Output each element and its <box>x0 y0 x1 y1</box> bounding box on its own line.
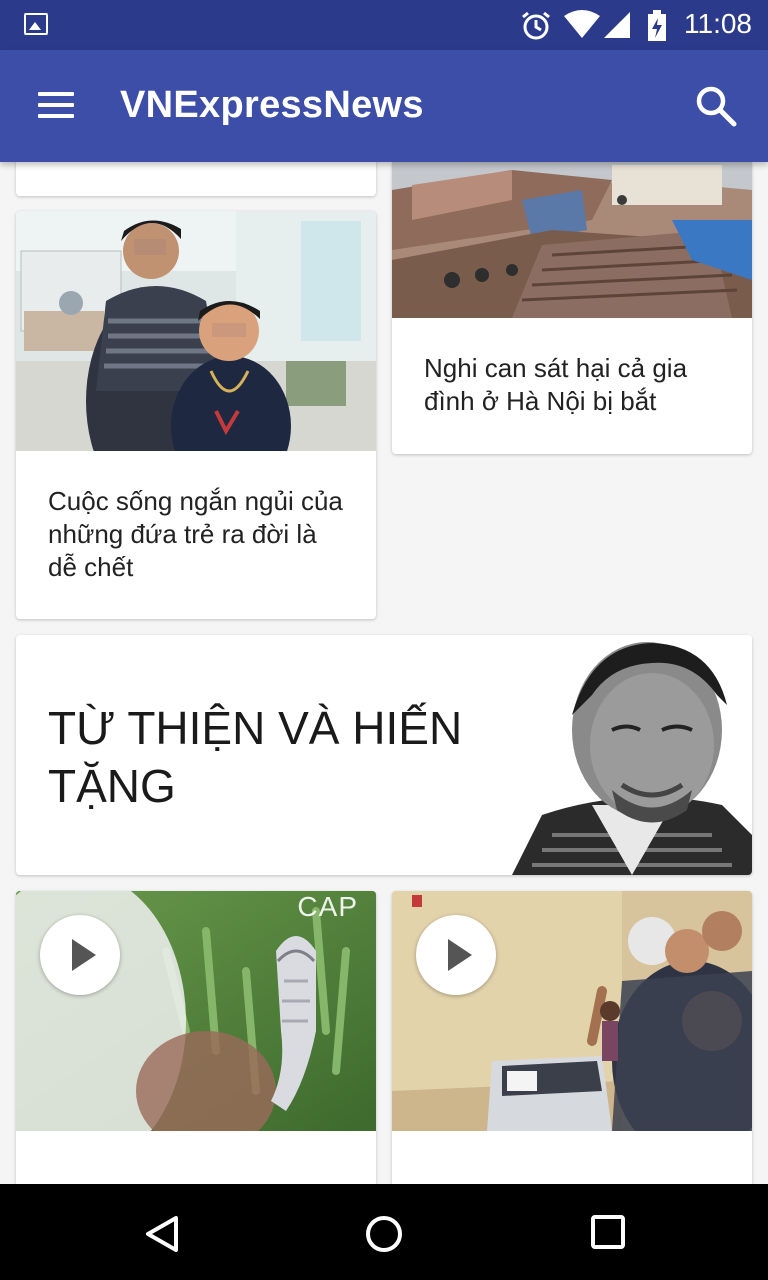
article-card-rooftops[interactable]: Nghi can sát hại cả gia đình ở Hà Nội bị… <box>392 162 752 454</box>
back-icon[interactable] <box>142 1214 182 1254</box>
category-title: TỪ THIỆN VÀ HIẾN TẶNG <box>48 702 463 812</box>
article-image <box>16 211 376 451</box>
app-bar: VNExpressNews <box>0 50 768 162</box>
play-icon[interactable] <box>416 915 496 995</box>
recents-icon[interactable] <box>590 1214 626 1250</box>
home-icon[interactable] <box>364 1214 404 1254</box>
system-nav-bar <box>0 1184 768 1280</box>
video-watermark: CAP <box>297 891 358 922</box>
app-title: VNExpressNews <box>120 84 424 126</box>
article-card-children[interactable]: Cuộc sống ngắn ngủi của những đứa trẻ ra… <box>16 211 376 619</box>
news-feed[interactable]: Cuộc sống ngắn ngủi của những đứa trẻ ra… <box>0 162 768 1184</box>
menu-icon[interactable] <box>38 92 74 118</box>
status-bar: 11:08 <box>0 0 768 50</box>
gallery-icon <box>24 13 48 35</box>
category-banner[interactable]: TỪ THIỆN VÀ HIẾN TẶNG <box>16 635 752 875</box>
video-card-cobra[interactable]: CAP <box>16 891 376 1184</box>
battery-icon <box>648 10 666 41</box>
wifi-icon <box>564 10 600 38</box>
clock: 11:08 <box>684 8 752 39</box>
article-headline: Nghi can sát hại cả gia đình ở Hà Nội bị… <box>424 353 688 416</box>
article-image <box>392 162 752 318</box>
portrait-image <box>512 635 752 875</box>
article-headline: Cuộc sống ngắn ngủi của những đứa trẻ ra… <box>48 486 343 582</box>
article-card-partial[interactable] <box>16 162 376 196</box>
search-icon[interactable] <box>694 84 738 128</box>
signal-icon <box>604 12 630 38</box>
video-card-crowd[interactable] <box>392 891 752 1184</box>
play-icon[interactable] <box>40 915 120 995</box>
alarm-icon <box>522 11 550 40</box>
